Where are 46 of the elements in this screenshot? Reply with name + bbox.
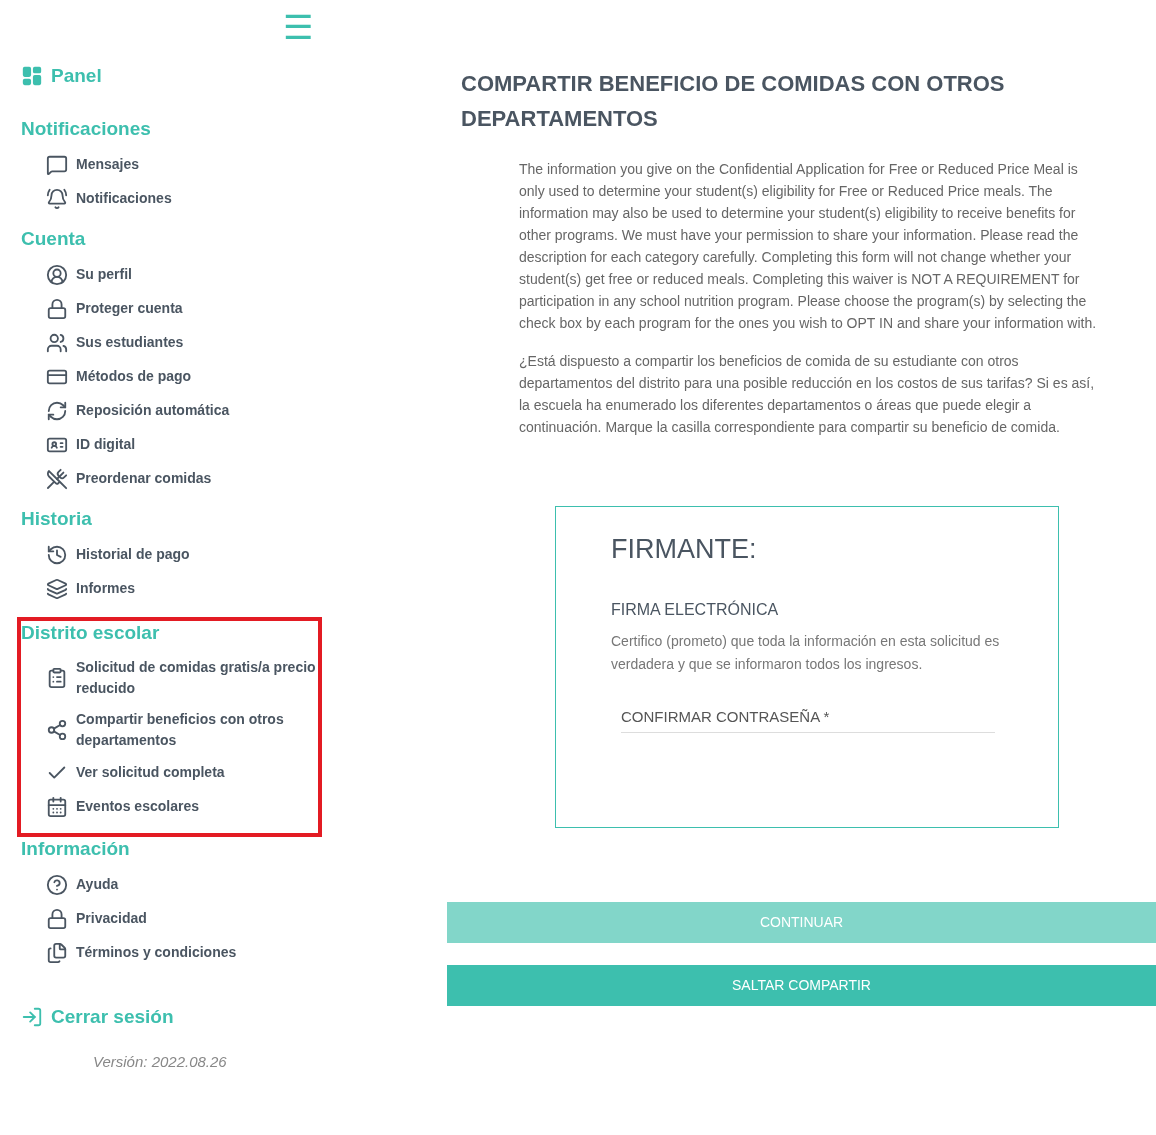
sidebar-item[interactable]: Reposición automática bbox=[21, 398, 321, 423]
sidebar-item[interactable]: Ver solicitud completa bbox=[21, 760, 318, 785]
sidebar-item[interactable]: Compartir beneficios con otros departamentos bbox=[21, 708, 318, 751]
card-title: FIRMANTE: bbox=[611, 533, 757, 566]
message-icon bbox=[46, 153, 68, 176]
logout-icon bbox=[21, 1005, 43, 1028]
calendar-icon bbox=[46, 795, 68, 818]
page-title: COMPARTIR BENEFICIO DE COMIDAS CON OTROS DEPARTAMENTOS bbox=[461, 70, 1006, 133]
clipboard-icon bbox=[46, 666, 68, 689]
version-text: Versión: 2022.08.26 bbox=[93, 1052, 227, 1072]
sidebar-item[interactable]: Términos y condiciones bbox=[21, 940, 321, 965]
section-heading: Cuenta bbox=[21, 226, 86, 251]
bell-icon bbox=[46, 187, 68, 210]
people-icon bbox=[46, 331, 68, 354]
section-heading: Distrito escolar bbox=[21, 620, 160, 645]
info-paragraph: The information you give on the Confidential Application for Free or Reduced Price Meal is only used to determine your student(s) eligibility for Free or Reduced Price meals. The information may also be used to determine your student(s) eligibility to receive benefits for other programs. We must have your permission to share your information. Please read the description for each category carefully. Completing this form will not change whether your student(s) get free or reduced meals. Completing this waiver is NOT A REQUIREMENT for participation in any school nutrition program. Please choose the program(s) by selecting the check box by each program for the ones you wish to OPT IN and share your information with. bbox=[519, 160, 1098, 333]
sidebar-item[interactable]: Historial de pago bbox=[21, 542, 321, 567]
section-heading: Notificaciones bbox=[21, 116, 151, 141]
sidebar-item[interactable]: Proteger cuenta bbox=[21, 296, 321, 321]
password-field[interactable]: CONFIRMAR CONTRASEÑA * bbox=[621, 705, 995, 733]
sidebar-item[interactable]: Eventos escolares bbox=[21, 794, 318, 819]
sidebar-item[interactable]: Mensajes bbox=[21, 152, 321, 177]
sidebar-item[interactable]: Métodos de pago bbox=[21, 364, 321, 389]
info-paragraph: ¿Está dispuesto a compartir los beneficios de comida de su estudiante con otros departamentos del distrito para una posible reducción en los costos de sus tarifas? Si es así, la escuela ha enumerado los diferentes departamentos o áreas que puede elegir a continuación. Marque la casilla correspondiente para compartir su beneficio de comida. bbox=[519, 352, 1096, 437]
sidebar-item[interactable]: Privacidad bbox=[21, 906, 321, 931]
section-heading: Información bbox=[21, 836, 130, 861]
user-icon bbox=[46, 263, 68, 286]
sidebar-item[interactable]: Preordenar comidas bbox=[21, 466, 321, 491]
share-icon bbox=[46, 718, 68, 741]
sidebar-item[interactable]: Notificaciones bbox=[21, 186, 321, 211]
sidebar-item[interactable]: Informes bbox=[21, 576, 321, 601]
certification-text: Certifico (prometo) que toda la información en esta solicitud es verdadera y que se informaron todos los ingresos. bbox=[611, 631, 1001, 674]
history-icon bbox=[46, 543, 68, 566]
lock-icon bbox=[46, 297, 68, 320]
card-subtitle: FIRMA ELECTRÓNICA bbox=[611, 599, 779, 620]
section-heading: Historia bbox=[21, 506, 92, 531]
refresh-icon bbox=[46, 399, 68, 422]
sidebar-item[interactable]: Sus estudiantes bbox=[21, 330, 321, 355]
lock-icon bbox=[46, 907, 68, 930]
dashboard-icon bbox=[21, 65, 43, 88]
utensils-icon bbox=[46, 467, 68, 490]
sidebar-item[interactable]: Ayuda bbox=[21, 872, 321, 897]
help-icon bbox=[46, 873, 68, 896]
sidebar-item[interactable]: Su perfil bbox=[21, 262, 321, 287]
sidebar-item[interactable]: ID digital bbox=[21, 432, 321, 457]
sidebar-item[interactable]: Solicitud de comidas gratis/a precio reducido bbox=[21, 656, 318, 699]
